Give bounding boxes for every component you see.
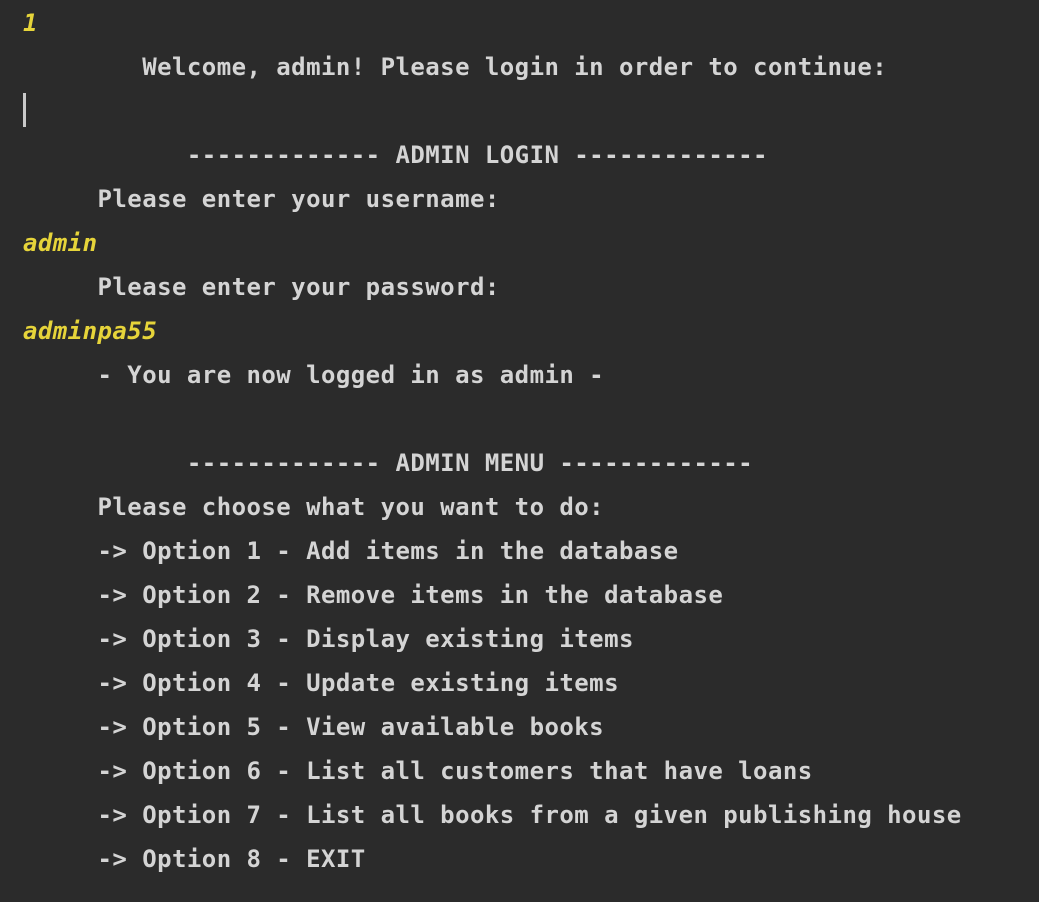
menu-option-2: -> Option 2 - Remove items in the databa… — [23, 581, 724, 609]
welcome-message: Welcome, admin! Please login in order to… — [23, 53, 888, 81]
logged-in-message: - You are now logged in as admin - — [23, 361, 605, 389]
menu-prompt: Please choose what you want to do: — [23, 493, 605, 521]
console-output[interactable]: 1 Welcome, admin! Please login in order … — [0, 0, 1039, 902]
password-prompt: Please enter your password: — [23, 273, 500, 301]
text-cursor — [23, 93, 26, 127]
username-prompt: Please enter your username: — [23, 185, 500, 213]
menu-option-3: -> Option 3 - Display existing items — [23, 625, 634, 653]
menu-option-6: -> Option 6 - List all customers that ha… — [23, 757, 813, 785]
admin-login-header: ------------- ADMIN LOGIN ------------- — [23, 141, 768, 169]
menu-option-4: -> Option 4 - Update existing items — [23, 669, 619, 697]
menu-option-5: -> Option 5 - View available books — [23, 713, 605, 741]
menu-option-7: -> Option 7 - List all books from a give… — [23, 801, 962, 829]
admin-menu-header: ------------- ADMIN MENU ------------- — [23, 449, 754, 477]
user-input-line: 1 — [23, 9, 38, 37]
password-input-line: adminpa55 — [23, 317, 158, 345]
menu-option-8: -> Option 8 - EXIT — [23, 845, 366, 873]
menu-option-1: -> Option 1 - Add items in the database — [23, 537, 679, 565]
username-input-line: admin — [23, 229, 98, 257]
